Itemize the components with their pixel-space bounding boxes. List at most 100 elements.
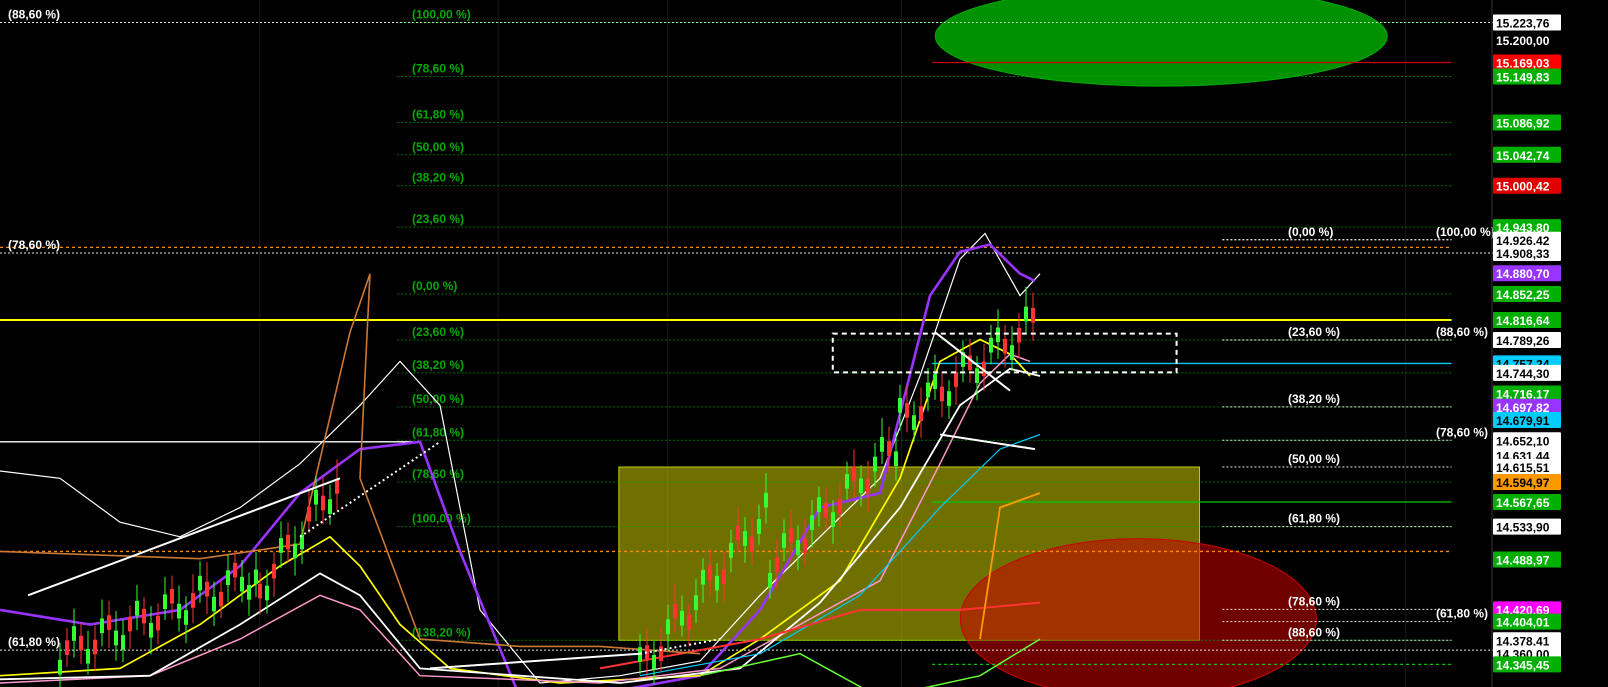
price-tag-label: 14.345,45 bbox=[1496, 658, 1550, 672]
candle-body bbox=[954, 372, 958, 387]
fib-level-label: (0,00 %) bbox=[412, 279, 457, 293]
fib-level-label: (61,80 %) bbox=[412, 107, 464, 121]
fib-level-label: (78,60 %) bbox=[1436, 425, 1488, 439]
price-tag: 14.816,64 bbox=[1493, 312, 1561, 329]
fib-level-label: (38,20 %) bbox=[412, 171, 464, 185]
candle-body bbox=[687, 615, 691, 630]
candle-body bbox=[736, 525, 740, 541]
candle-body bbox=[177, 603, 181, 619]
candle-body bbox=[191, 593, 195, 608]
candle-body bbox=[817, 497, 821, 512]
price-tag-label: 15.149,83 bbox=[1496, 70, 1550, 84]
price-tag-label: 15.200,00 bbox=[1496, 34, 1550, 48]
candle-body bbox=[205, 581, 209, 597]
candle-body bbox=[212, 596, 216, 612]
price-tag: 14.567,65 bbox=[1493, 493, 1561, 510]
price-tag: 14.744,30 bbox=[1493, 364, 1561, 381]
price-tag-label: 14.652,10 bbox=[1496, 434, 1550, 448]
price-tag-label: 14.404,01 bbox=[1496, 616, 1550, 630]
candle-body bbox=[293, 543, 297, 559]
price-tag: 14.594,97 bbox=[1493, 474, 1561, 491]
fib-level-label: (88,60 %) bbox=[1288, 625, 1340, 639]
price-tag: 14.679,91 bbox=[1493, 411, 1561, 428]
candle-body bbox=[258, 583, 262, 599]
chart-canvas[interactable]: (88,60 %) (78,60 %) (61,80 %) (100,00 %) (78… bbox=[0, 0, 1608, 687]
price-tag: 14.789,26 bbox=[1493, 332, 1561, 349]
price-tag-label: 15.086,92 bbox=[1496, 116, 1550, 130]
candle-body bbox=[156, 615, 160, 631]
candle-body bbox=[135, 600, 139, 616]
price-tag: 14.488,97 bbox=[1493, 551, 1561, 568]
candle-body bbox=[659, 646, 663, 662]
fib-level-label: (100,00 %) bbox=[412, 7, 471, 21]
candle-body bbox=[729, 543, 733, 558]
candle-body bbox=[694, 595, 698, 611]
candle-body bbox=[722, 569, 726, 585]
candle-body bbox=[919, 406, 923, 421]
candle-body bbox=[926, 382, 930, 398]
price-tag: 15.042,74 bbox=[1493, 146, 1561, 163]
fib-level-label: (50,00 %) bbox=[1288, 452, 1340, 466]
candle-body bbox=[838, 499, 842, 514]
fib-level-label: (138,20 %) bbox=[412, 625, 471, 639]
candle-body bbox=[1017, 327, 1021, 343]
candle-body bbox=[789, 528, 793, 544]
candle-body bbox=[226, 570, 230, 586]
candle-body bbox=[286, 534, 290, 550]
candle-body bbox=[775, 557, 779, 573]
fib-level-label: (61,80 %) bbox=[1436, 607, 1488, 621]
price-tag-label: 14.880,70 bbox=[1496, 267, 1550, 281]
candle-body bbox=[824, 503, 828, 518]
price-tag-label: 15.042,74 bbox=[1496, 149, 1550, 163]
candle-body bbox=[184, 610, 188, 625]
fib-level-label: (38,20 %) bbox=[412, 358, 464, 372]
candle-body bbox=[912, 415, 916, 430]
price-tag: 15.169,03 bbox=[1493, 54, 1561, 70]
candle-body bbox=[265, 585, 269, 601]
candle-body bbox=[796, 540, 800, 555]
candle-body bbox=[247, 585, 251, 600]
price-tag-label: 14.816,64 bbox=[1496, 314, 1550, 328]
candle-body bbox=[989, 337, 993, 353]
fib-level-label: (78,60 %) bbox=[8, 238, 60, 252]
candle-body bbox=[887, 441, 891, 456]
candle-body bbox=[335, 479, 339, 494]
fib-level-label: (0,00 %) bbox=[1288, 225, 1333, 239]
price-tag-label: 15.169,03 bbox=[1496, 56, 1550, 70]
candle-body bbox=[652, 654, 656, 670]
price-tag-label: 14.679,91 bbox=[1496, 414, 1550, 428]
candle-body bbox=[768, 573, 772, 588]
price-tag-label: 14.789,26 bbox=[1496, 334, 1550, 348]
candle-body bbox=[715, 575, 719, 591]
candle-body bbox=[996, 327, 1000, 343]
fib-level-label: (78,60 %) bbox=[412, 61, 464, 75]
candle-body bbox=[708, 565, 712, 581]
candle-body bbox=[170, 588, 174, 604]
candle-body bbox=[810, 515, 814, 530]
candle-body bbox=[750, 536, 754, 552]
price-tag: 14.345,45 bbox=[1493, 656, 1561, 673]
price-tag: 14.652,10 bbox=[1493, 432, 1561, 449]
price-tag-label: 14.615,51 bbox=[1496, 461, 1550, 475]
candle-body bbox=[701, 569, 705, 585]
price-tag-label: 14.533,90 bbox=[1496, 521, 1550, 535]
candle-body bbox=[163, 594, 167, 610]
candle-body bbox=[93, 639, 97, 655]
candle-body bbox=[114, 630, 118, 646]
fib-level-label: (61,80 %) bbox=[8, 635, 60, 649]
candle-body bbox=[905, 403, 909, 418]
price-tag-label: 14.488,97 bbox=[1496, 553, 1550, 567]
candle-body bbox=[757, 519, 761, 534]
candle-body bbox=[307, 506, 311, 522]
candle-body bbox=[72, 626, 76, 641]
candle-body bbox=[764, 492, 768, 508]
candle-body bbox=[107, 615, 111, 630]
price-tag-label: 14.594,97 bbox=[1496, 476, 1550, 490]
candle-body bbox=[79, 635, 83, 651]
fib-level-label: (23,60 %) bbox=[1288, 325, 1340, 339]
candle-body bbox=[666, 619, 670, 635]
candle-body bbox=[845, 474, 849, 489]
candle-body bbox=[198, 575, 202, 591]
fib-level-label: (38,20 %) bbox=[1288, 392, 1340, 406]
candle-body bbox=[933, 374, 937, 389]
